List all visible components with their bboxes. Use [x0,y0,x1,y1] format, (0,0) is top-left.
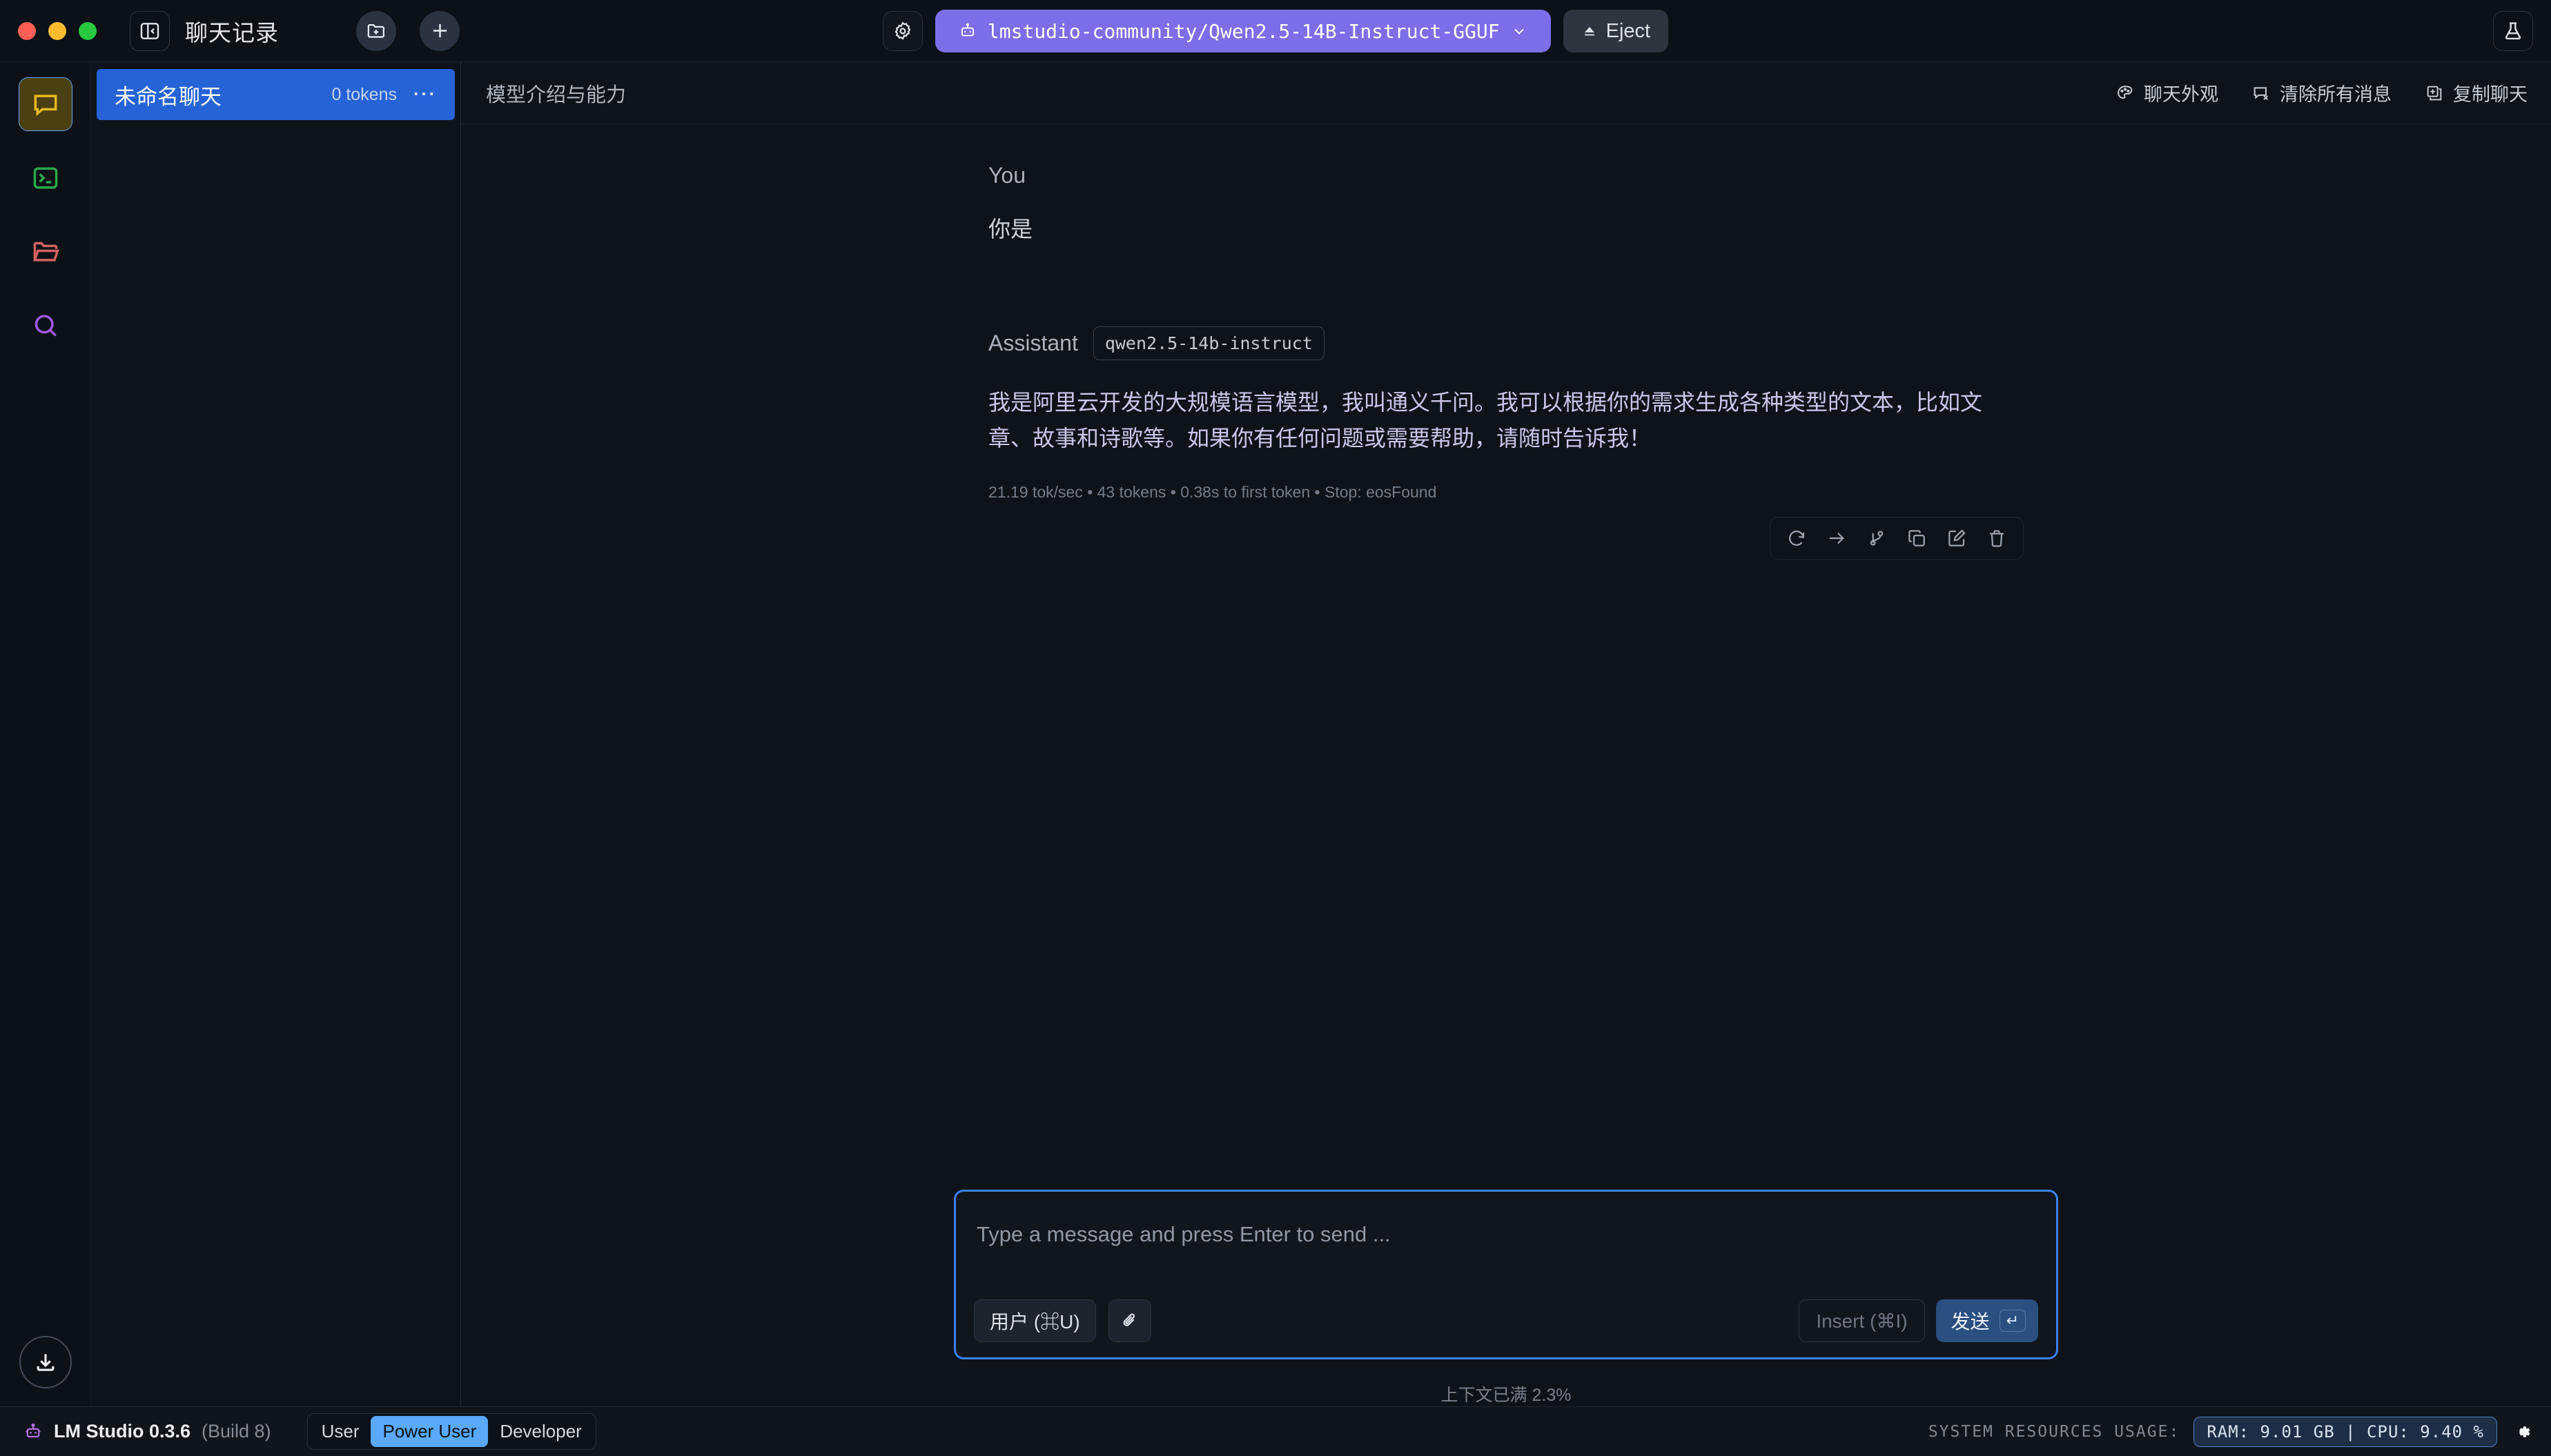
chat-header: 模型介绍与能力 聊天外观 清除所有消息 复制聊天 [461,62,2551,124]
assistant-actions [1770,516,2024,560]
system-resources-label: SYSTEM RESOURCES USAGE: [1928,1422,2180,1441]
arrow-right-icon[interactable] [1826,527,1848,549]
user-message-text: 你是 [988,217,1033,242]
robot-icon [959,22,977,40]
mode-user[interactable]: User [310,1416,371,1447]
chat-item-menu-icon[interactable]: ⋯ [412,83,437,106]
assistant-model-badge: qwen2.5-14b-instruct [1093,326,1325,360]
mode-segmented-control: User Power User Developer [306,1413,596,1450]
title-bar-right [2493,0,2551,62]
sidebar-title: 聊天记录 [185,19,279,46]
chat-appearance-button[interactable]: 聊天外观 [2115,79,2218,106]
generation-stats: 21.19 tok/sec • 43 tokens • 0.38s to fir… [988,482,1437,501]
folder-icon [32,242,59,262]
system-resources-value[interactable]: RAM: 9.01 GB | CPU: 9.40 % [2193,1416,2497,1447]
mode-power-user[interactable]: Power User [371,1416,489,1447]
zoom-window-button[interactable] [79,21,97,40]
rail-item-my-models[interactable] [19,225,72,279]
composer-area: Type a message and press Enter to send .… [461,1190,2551,1406]
chat-item-name: 未命名聊天 [115,84,222,109]
status-bar: LM Studio 0.3.6 (Build 8) User Power Use… [0,1406,2551,1456]
traffic-lights [0,21,116,40]
branch-icon[interactable] [1866,527,1888,549]
lm-studio-window: 聊天记录 lmstudio-community/Qwen2.5-14B-Inst… [0,0,2551,1456]
regenerate-icon[interactable] [1786,527,1808,549]
plus-icon[interactable] [420,10,460,51]
conversation-area: You 你是 Assistant qwen2.5-14b-instruct 我是… [461,124,2551,1190]
lmstudio-robot-icon [23,1422,43,1442]
clear-all-messages-label: 清除所有消息 [2280,84,2392,105]
paperclip-icon[interactable] [1108,1299,1151,1342]
clear-all-messages-button[interactable]: 清除所有消息 [2251,79,2392,106]
insert-button[interactable]: Insert (⌘I) [1799,1299,1925,1342]
main-panel: 模型介绍与能力 聊天外观 清除所有消息 复制聊天 You 你是 Assistan… [461,62,2551,1406]
chevron-down-icon [1511,23,1527,39]
chat-list-item[interactable]: 未命名聊天 0 tokens ⋯ [97,69,455,120]
chat-appearance-label: 聊天外观 [2144,84,2218,105]
duplicate-chat-button[interactable]: 复制聊天 [2425,79,2528,106]
copy-icon[interactable] [1906,527,1928,549]
assistant-message: Assistant qwen2.5-14b-instruct 我是阿里云开发的大… [988,326,2024,560]
context-status: 上下文已满 2.3% [1440,1386,1572,1405]
flask-icon[interactable] [2493,10,2533,51]
mode-developer[interactable]: Developer [488,1416,594,1447]
message-input-box[interactable]: Type a message and press Enter to send .… [954,1190,2058,1359]
palette-icon [2115,83,2135,103]
title-bar: 聊天记录 lmstudio-community/Qwen2.5-14B-Inst… [0,0,2551,62]
send-button[interactable]: 发送 ↵ [1935,1299,2038,1342]
copy-chat-icon [2425,83,2444,103]
panel-collapse-icon[interactable] [130,10,170,51]
terminal-icon [33,167,57,189]
composer-toolbar: 用户 (⌘U) Insert (⌘I) 发送 ↵ [974,1299,2038,1342]
rail-item-chat[interactable] [18,77,72,131]
status-gear-icon[interactable] [2512,1421,2533,1442]
folder-plus-icon[interactable] [356,10,396,51]
app-brand: LM Studio 0.3.6 (Build 8) [23,1421,271,1442]
conversation-inner: You 你是 Assistant qwen2.5-14b-instruct 我是… [988,124,2024,560]
app-body: 未命名聊天 0 tokens ⋯ 模型介绍与能力 聊天外观 清除所有消息 复制聊… [0,62,2551,1406]
model-selector[interactable]: lmstudio-community/Qwen2.5-14B-Instruct-… [935,10,1551,52]
trash-icon[interactable] [1986,527,2008,549]
assistant-role-label: Assistant [988,331,1078,355]
chat-item-tokens: 0 tokens [331,84,397,104]
send-label: 发送 [1951,1311,1990,1332]
user-message: You 你是 [988,163,2024,244]
app-version-label: LM Studio 0.3.6 [54,1421,191,1442]
rail-item-discover[interactable] [19,299,72,353]
assistant-header: Assistant qwen2.5-14b-instruct [988,326,2024,360]
edit-icon[interactable] [1946,527,1968,549]
message-x-icon [2251,83,2271,103]
search-icon [35,315,57,337]
download-icon[interactable] [19,1336,72,1388]
chat-bubble-icon [34,95,57,117]
sidebar-header: 聊天记录 [116,0,475,62]
role-selector-chip[interactable]: 用户 (⌘U) [974,1299,1096,1342]
eject-icon [1581,23,1598,39]
assistant-actions-row [988,516,2024,560]
duplicate-chat-label: 复制聊天 [2453,84,2528,105]
assistant-message-text: 我是阿里云开发的大规模语言模型，我叫通义千问。我可以根据你的需求生成各种类型的文… [988,390,1983,451]
page-title: 模型介绍与能力 [486,83,627,106]
eject-button[interactable]: Eject [1563,10,1669,52]
icon-rail [0,62,91,1406]
minimize-window-button[interactable] [48,21,66,40]
model-name-label: lmstudio-community/Qwen2.5-14B-Instruct-… [987,19,1500,43]
eject-label: Eject [1605,19,1651,42]
rail-item-developer[interactable] [19,151,72,205]
composer-spacer [974,1247,2038,1299]
user-role-label: You [988,163,1026,188]
app-build-label: (Build 8) [202,1421,271,1442]
chat-list-panel: 未命名聊天 0 tokens ⋯ [91,62,461,1406]
message-input-placeholder[interactable]: Type a message and press Enter to send .… [974,1210,2038,1247]
gear-icon[interactable] [882,11,923,51]
send-shortcut-key: ↵ [1999,1310,2026,1332]
close-window-button[interactable] [18,21,36,40]
